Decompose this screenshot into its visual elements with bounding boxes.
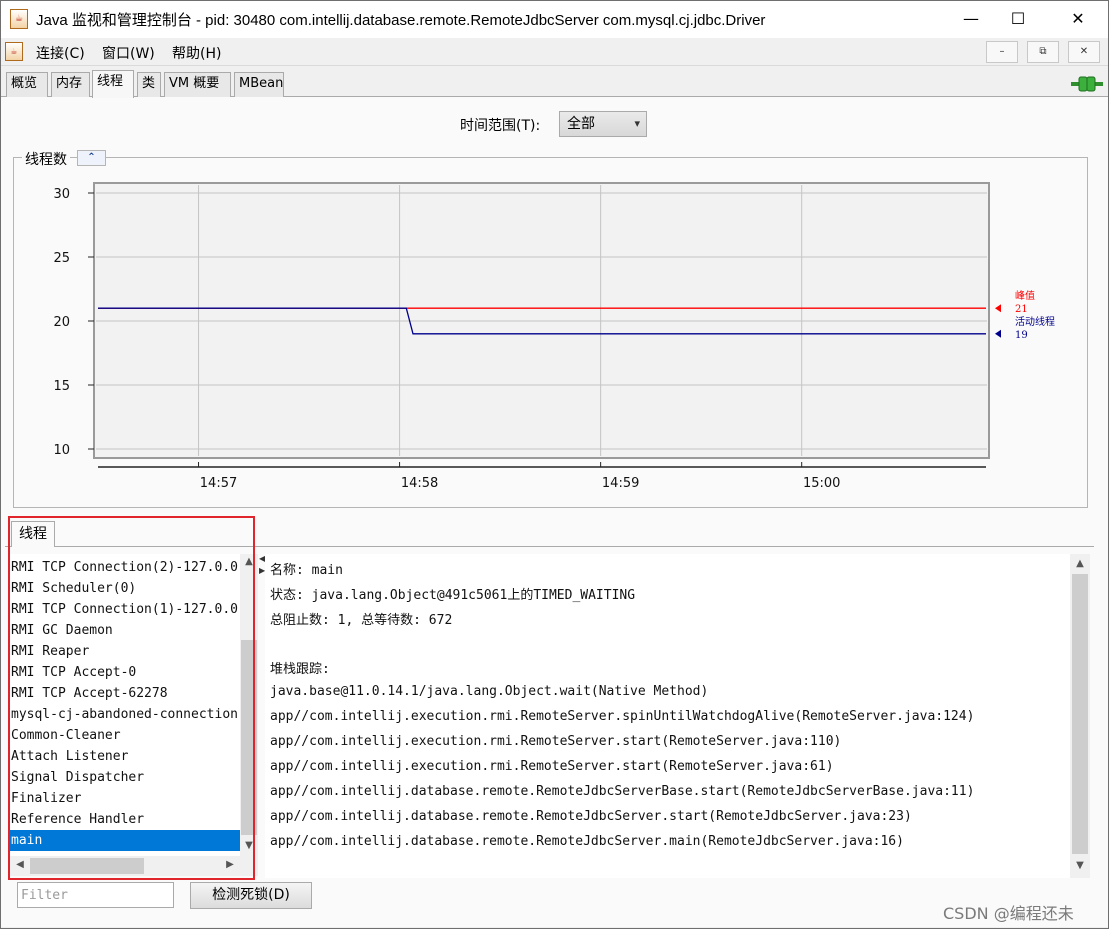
time-range-value: 全部 [567, 116, 595, 132]
main-tabs: 概览 内存 线程 类 VM 概要 MBean [0, 70, 1109, 98]
detail-line: app//com.intellij.database.remote.Remote… [270, 834, 904, 849]
collapse-chart-button[interactable]: ⌃ [77, 150, 106, 166]
annotation-highlight-box [8, 516, 255, 880]
legend-value: 21 [1015, 304, 1028, 315]
detail-line: java.base@11.0.14.1/java.lang.Object.wai… [270, 684, 709, 699]
x-tick-label: 14:59 [602, 476, 639, 491]
internal-close-button[interactable]: ✕ [1068, 41, 1100, 63]
maximize-button[interactable]: ☐ [995, 0, 1041, 38]
x-tick-label: 14:57 [200, 476, 237, 491]
detail-line: app//com.intellij.database.remote.Remote… [270, 809, 912, 824]
thread-count-chart: 30 25 20 15 10 14:57 14:58 14:59 15:00 峰值 21活动线程… [53, 182, 1055, 491]
menu-bar: ☕ 连接(C) 窗口(W) 帮助(H) – ⧉ ✕ [0, 38, 1109, 66]
detail-vertical-thumb[interactable] [1072, 574, 1088, 854]
time-range-select[interactable]: 全部 ▾ [559, 111, 647, 137]
detail-line: 状态: java.lang.Object@491c5061上的TIMED_WAI… [270, 588, 636, 603]
tab-threads[interactable]: 线程 [92, 70, 134, 98]
legend-value: 19 [1015, 330, 1028, 341]
time-range-label: 时间范围(T): [460, 118, 541, 134]
y-tick-label: 30 [53, 187, 70, 202]
connection-status-icon[interactable] [1071, 75, 1103, 93]
minimize-button[interactable]: — [948, 0, 994, 38]
legend-marker [995, 329, 1001, 338]
menu-window[interactable]: 窗口(W) [102, 43, 155, 63]
x-tick-label: 15:00 [803, 476, 840, 491]
tab-mbean[interactable]: MBean [234, 72, 284, 97]
detect-deadlock-button[interactable]: 检测死锁(D) [190, 882, 312, 909]
detail-line: 名称: main [270, 563, 343, 578]
detail-line: app//com.intellij.execution.rmi.RemoteSe… [270, 709, 975, 724]
detail-line: app//com.intellij.execution.rmi.RemoteSe… [270, 734, 842, 749]
collapse-up-icon: ⌃ [87, 152, 96, 163]
tab-classes[interactable]: 类 [137, 72, 161, 97]
scroll-up-icon[interactable]: ▲ [1073, 558, 1087, 569]
detail-line: app//com.intellij.database.remote.Remote… [270, 784, 975, 799]
y-tick-label: 20 [53, 315, 70, 330]
legend-label: 活动线程 [1015, 315, 1055, 328]
scroll-down-icon[interactable]: ▼ [1073, 860, 1087, 871]
detail-line: 堆栈跟踪: [270, 662, 330, 677]
legend-label: 峰值 [1015, 289, 1035, 302]
y-tick-label: 15 [53, 379, 70, 394]
y-tick-label: 25 [53, 251, 70, 266]
thread-filter-input[interactable] [17, 882, 174, 908]
title-bar: ☕ Java 监视和管理控制台 - pid: 30480 com.intelli… [0, 0, 1109, 38]
menu-help[interactable]: 帮助(H) [172, 43, 221, 63]
chart-legend: 峰值 21活动线程 19 [995, 289, 1055, 341]
menu-connection[interactable]: 连接(C) [36, 43, 85, 63]
internal-minimize-button[interactable]: – [986, 41, 1018, 63]
window-title: Java 监视和管理控制台 - pid: 30480 com.intellij.… [36, 12, 766, 29]
chevron-down-icon: ▾ [634, 117, 640, 130]
y-axis-ticks: 30 25 20 15 10 [53, 187, 94, 458]
tab-overview[interactable]: 概览 [6, 72, 48, 97]
tab-vm-summary[interactable]: VM 概要 [164, 72, 231, 97]
tab-memory[interactable]: 内存 [51, 72, 90, 97]
legend-marker [995, 304, 1001, 313]
x-tick-label: 14:58 [401, 476, 438, 491]
java-document-icon: ☕ [5, 42, 23, 61]
java-app-icon: ☕ [10, 9, 28, 29]
detail-line: app//com.intellij.execution.rmi.RemoteSe… [270, 759, 834, 774]
y-tick-label: 10 [53, 443, 70, 458]
detail-line: 总阻止数: 1, 总等待数: 672 [270, 613, 453, 628]
close-button[interactable]: ✕ [1055, 0, 1101, 38]
thread-detail-pane[interactable]: 名称: main 状态: java.lang.Object@491c5061上的T… [265, 554, 1070, 878]
internal-restore-button[interactable]: ⧉ [1027, 41, 1059, 63]
watermark: CSDN @编程还未 [943, 904, 1074, 923]
